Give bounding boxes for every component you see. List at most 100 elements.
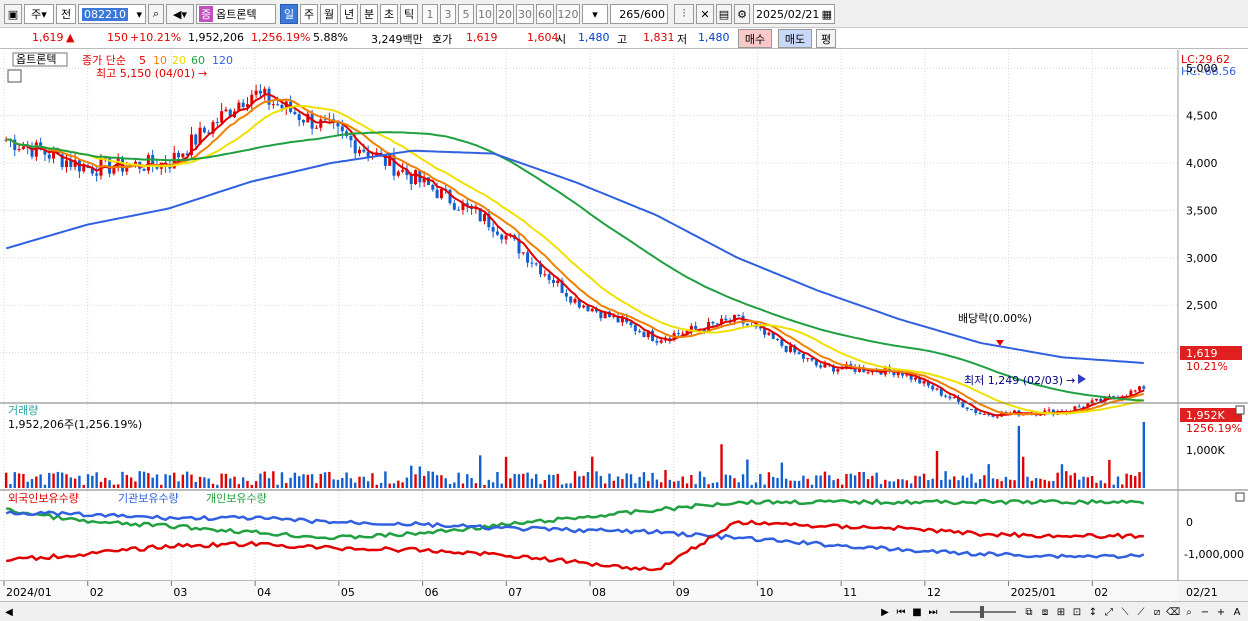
period-second-button[interactable]: 초 (380, 4, 398, 24)
scroll-left-icon[interactable]: ◀ (2, 604, 16, 620)
panel-menu-icon[interactable] (7, 69, 22, 83)
tool-icon[interactable]: ⧉ (1022, 604, 1036, 620)
tool-icon[interactable]: ⟋ (1134, 604, 1148, 620)
date-input[interactable]: 2025/02/21 ▦ (753, 4, 835, 24)
scroll-right-icon[interactable]: ▶ (878, 604, 892, 620)
volume-bar (440, 475, 443, 488)
tool-icon[interactable]: ↕ (1086, 604, 1100, 620)
market-select[interactable]: 전 (56, 4, 76, 24)
volume-bar (522, 473, 525, 488)
volume-bar (991, 478, 995, 488)
tool-icon[interactable]: ⧈ (1038, 604, 1052, 620)
volume-bar (552, 474, 555, 488)
volume-bar (371, 473, 374, 488)
volume-bar (638, 476, 641, 488)
candle-body (396, 171, 400, 176)
interval-20-button[interactable]: 20 (496, 4, 514, 24)
interval-60-button[interactable]: 60 (536, 4, 554, 24)
candle-body (349, 135, 353, 141)
volume-bar (108, 480, 111, 488)
stock-name-box[interactable]: 증 옵트론텍 (196, 4, 276, 24)
candle-body (353, 140, 357, 154)
period-week-button[interactable]: 주 (300, 4, 318, 24)
stock-name: 옵트론텍 (216, 8, 257, 21)
interval-30-button[interactable]: 30 (516, 4, 534, 24)
zoom-slider[interactable] (948, 604, 1018, 620)
chart-area[interactable]: 옵트론텍 종가 단순 5 10 20 60 120 최고 5,150 (04/0… (0, 50, 1248, 602)
candle-body (1138, 386, 1142, 391)
volume-bar (828, 475, 831, 488)
bar-count-value: 265 (619, 7, 641, 21)
candle-body (483, 213, 487, 222)
text-tool-icon[interactable]: A (1230, 604, 1244, 620)
period-minute-button[interactable]: 분 (360, 4, 378, 24)
candle-icon[interactable]: ⫶ (674, 4, 694, 24)
sell-button[interactable]: 매도 (778, 29, 812, 48)
period-type-select[interactable]: 주 ▾ (24, 4, 54, 24)
tool-icon[interactable]: ⧄ (1150, 604, 1164, 620)
candle-body (1094, 398, 1098, 401)
search-icon[interactable]: ⌕ (148, 4, 164, 24)
volume-bar (543, 480, 547, 488)
volume-bar (806, 478, 809, 488)
period-year-button[interactable]: 년 (340, 4, 358, 24)
interval-120-button[interactable]: 120 (556, 4, 580, 24)
volume-bar (823, 471, 827, 488)
stop-icon[interactable]: ■ (910, 604, 924, 620)
eraser-icon[interactable]: ⌫ (1166, 604, 1180, 620)
candle-body (323, 119, 327, 121)
high-annotation: 최고 5,150 (04/01) (96, 67, 195, 80)
crosshair-icon[interactable]: ✕ (696, 4, 714, 24)
interval-1-button[interactable]: 1 (422, 4, 438, 24)
rewind-icon[interactable]: ⏮ (894, 604, 908, 620)
layout-icon[interactable]: ▣ (4, 4, 22, 24)
interval-10-button[interactable]: 10 (476, 4, 494, 24)
zoom-slider-thumb[interactable] (980, 606, 984, 618)
zoom-icon[interactable]: ⌕ (1182, 604, 1196, 620)
volume-bar (569, 483, 572, 488)
chart-scrollbar[interactable]: ◀ ▶ ⏮ ■ ⏭ ⧉ ⧈ ⊞ ⊡ ↕ ⤢ ⟍ ⟋ ⧄ ⌫ ⌕ − + A (0, 601, 1248, 621)
high-price: 1,831 (643, 31, 675, 44)
tool-icon[interactable]: ⤢ (1102, 604, 1116, 620)
buy-button[interactable]: 매수 (738, 29, 772, 48)
volume-bar (254, 481, 258, 488)
bid-price: 1,604 (527, 31, 559, 44)
interval-3-button[interactable]: 3 (440, 4, 456, 24)
close-icon[interactable] (1235, 492, 1245, 502)
period-day-button[interactable]: 일 (280, 4, 298, 24)
calendar-icon[interactable]: ▦ (822, 8, 832, 21)
period-month-button[interactable]: 월 (320, 4, 338, 24)
forward-icon[interactable]: ⏭ (926, 604, 940, 620)
volume-bar (1082, 476, 1085, 488)
volume-bar (4, 472, 8, 488)
candle-body (952, 397, 956, 399)
volume-bar (970, 473, 973, 488)
ma-legend-120: 120 (212, 54, 233, 67)
gear-icon[interactable]: ⚙ (734, 4, 750, 24)
volume-bars (4, 422, 1146, 488)
bar-count-input[interactable]: 265/600 (610, 4, 668, 24)
interval-5-button[interactable]: 5 (458, 4, 474, 24)
price-chart[interactable]: 옵트론텍 종가 단순 5 10 20 60 120 최고 5,150 (04/0… (0, 50, 1248, 602)
chevron-down-icon[interactable]: ▾ (136, 8, 142, 21)
current-pct-text: 10.21% (1186, 360, 1228, 373)
minus-icon[interactable]: − (1198, 604, 1212, 620)
speaker-icon[interactable]: ◀▾ (166, 4, 194, 24)
candle-body (556, 280, 560, 284)
stock-code-input[interactable]: 082210 ▾ (78, 4, 146, 24)
volume-bar (927, 480, 930, 488)
candle-body (642, 332, 646, 338)
tool-icon[interactable]: ⟍ (1118, 604, 1132, 620)
tool-icon[interactable]: ⊞ (1054, 604, 1068, 620)
eval-button[interactable]: 평 (816, 29, 836, 48)
plus-icon[interactable]: + (1214, 604, 1228, 620)
save-icon[interactable]: ▤ (716, 4, 732, 24)
interval-dropdown[interactable]: ▾ (582, 4, 608, 24)
period-tick-button[interactable]: 틱 (400, 4, 418, 24)
volume-bar (405, 477, 409, 488)
tool-icon[interactable]: ⊡ (1070, 604, 1084, 620)
close-icon[interactable] (1235, 405, 1245, 415)
volume-bar (1056, 472, 1059, 488)
candle-body (573, 298, 577, 303)
volume-bar (763, 484, 766, 488)
